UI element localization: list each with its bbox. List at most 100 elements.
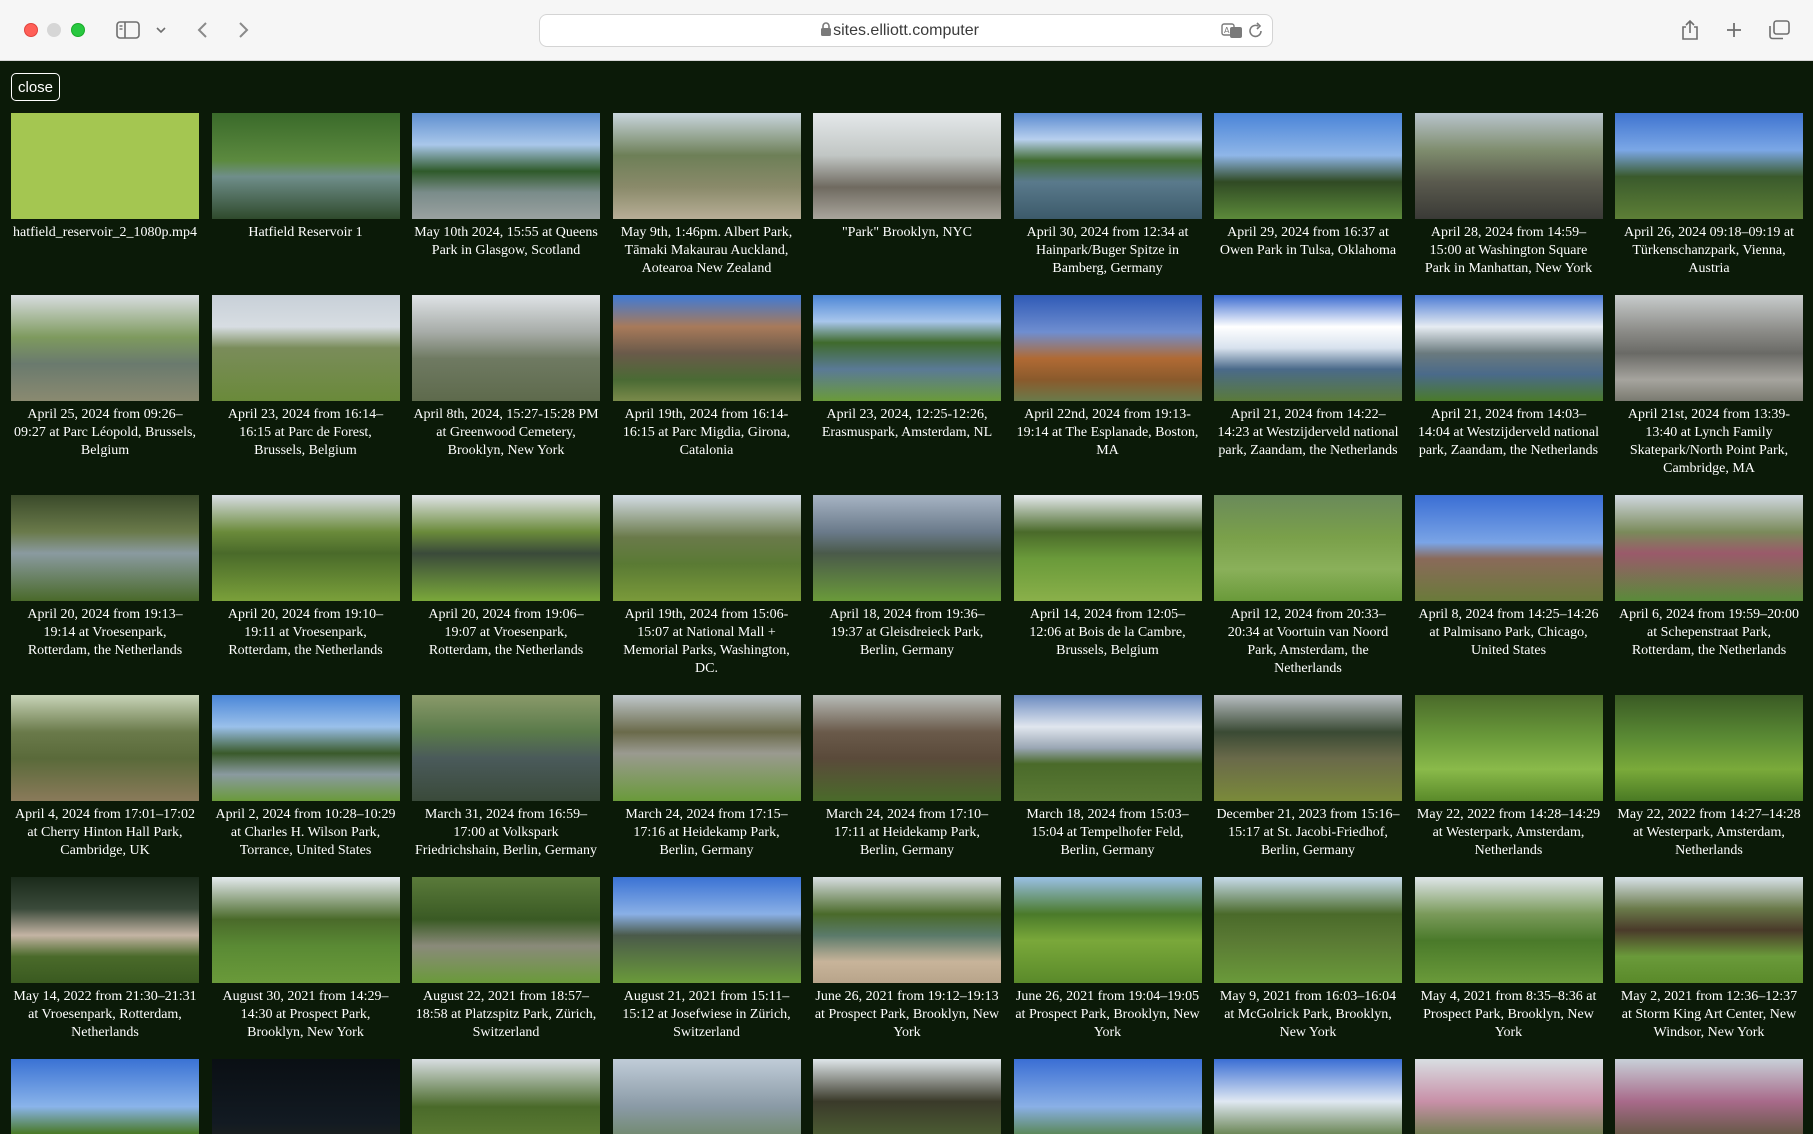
- minimize-window-button[interactable]: [47, 23, 61, 37]
- video-tile[interactable]: May 14, 2022 from 21:30–21:31 at Vroesen…: [11, 877, 199, 1059]
- video-thumbnail[interactable]: [1013, 113, 1202, 219]
- video-tile[interactable]: April 21, 2024 from 14:22–14:23 at Westz…: [1214, 295, 1402, 495]
- video-thumbnail[interactable]: [612, 113, 801, 219]
- new-tab-icon[interactable]: [1724, 16, 1744, 44]
- video-tile[interactable]: April 26, 2024 09:18–09:19 at Türkenscha…: [1615, 113, 1803, 295]
- video-tile[interactable]: April 18, 2024 from 19:36–19:37 at Gleis…: [813, 495, 1001, 695]
- video-thumbnail[interactable]: [612, 495, 801, 601]
- video-tile[interactable]: April 21st, 2024 from 13:39-13:40 at Lyn…: [1615, 295, 1803, 495]
- video-thumbnail[interactable]: [11, 877, 199, 983]
- video-thumbnail[interactable]: [1414, 877, 1603, 983]
- video-tile[interactable]: April 21, 2024 from 14:03–14:04 at Westz…: [1414, 295, 1603, 495]
- share-icon[interactable]: [1680, 16, 1700, 44]
- video-thumbnail[interactable]: [1615, 113, 1803, 219]
- video-tile[interactable]: [813, 1059, 1001, 1134]
- video-thumbnail[interactable]: [813, 877, 1001, 983]
- video-thumbnail[interactable]: [1013, 877, 1202, 983]
- video-thumbnail[interactable]: [211, 877, 400, 983]
- video-tile[interactable]: May 22, 2022 from 14:28–14:29 at Westerp…: [1414, 695, 1603, 877]
- video-tile[interactable]: April 8, 2024 from 14:25–14:26 at Palmis…: [1414, 495, 1603, 695]
- video-tile[interactable]: March 24, 2024 from 17:15–17:16 at Heide…: [612, 695, 801, 877]
- video-thumbnail[interactable]: [11, 695, 199, 801]
- close-window-button[interactable]: [24, 23, 38, 37]
- tab-overview-icon[interactable]: [1768, 16, 1790, 44]
- close-button[interactable]: close: [11, 73, 61, 101]
- video-thumbnail[interactable]: [1214, 877, 1402, 983]
- video-tile[interactable]: April 23, 2024 from 16:14–16:15 at Parc …: [211, 295, 400, 495]
- reload-icon[interactable]: [1248, 22, 1264, 45]
- video-thumbnail[interactable]: [813, 495, 1001, 601]
- video-thumbnail[interactable]: [211, 695, 400, 801]
- video-tile[interactable]: [1615, 1059, 1803, 1134]
- video-tile[interactable]: April 20, 2024 from 19:10–19:11 at Vroes…: [211, 495, 400, 695]
- video-tile[interactable]: May 10th 2024, 15:55 at Queens Park in G…: [412, 113, 600, 295]
- video-thumbnail[interactable]: [612, 1059, 801, 1134]
- video-thumbnail[interactable]: [211, 113, 400, 219]
- video-thumbnail[interactable]: [1013, 695, 1202, 801]
- video-tile[interactable]: April 29, 2024 from 16:37 at Owen Park i…: [1214, 113, 1402, 295]
- video-tile[interactable]: April 12, 2024 from 20:33–20:34 at Voort…: [1214, 495, 1402, 695]
- video-thumbnail[interactable]: [1214, 1059, 1402, 1134]
- video-tile[interactable]: April 2, 2024 from 10:28–10:29 at Charle…: [211, 695, 400, 877]
- video-tile[interactable]: April 4, 2024 from 17:01–17:02 at Cherry…: [11, 695, 199, 877]
- zoom-window-button[interactable]: [71, 23, 85, 37]
- video-thumbnail[interactable]: [1615, 295, 1803, 401]
- video-thumbnail[interactable]: [11, 295, 199, 401]
- video-tile[interactable]: April 23, 2024, 12:25-12:26, Erasmuspark…: [813, 295, 1001, 495]
- video-tile[interactable]: [1013, 1059, 1202, 1134]
- video-thumbnail[interactable]: [1214, 495, 1402, 601]
- video-thumbnail[interactable]: [612, 295, 801, 401]
- video-thumbnail[interactable]: [211, 495, 400, 601]
- video-tile[interactable]: April 30, 2024 from 12:34 at Hainpark/Bu…: [1013, 113, 1202, 295]
- video-thumbnail[interactable]: [1214, 695, 1402, 801]
- sidebar-toggle-icon[interactable]: [115, 16, 141, 44]
- video-tile[interactable]: April 20, 2024 from 19:13–19:14 at Vroes…: [11, 495, 199, 695]
- video-thumbnail[interactable]: [11, 113, 199, 219]
- video-thumbnail[interactable]: [813, 1059, 1001, 1134]
- video-thumbnail[interactable]: [1414, 295, 1603, 401]
- address-bar[interactable]: sites.elliott.computer A: [539, 14, 1273, 47]
- video-tile[interactable]: [1414, 1059, 1603, 1134]
- video-tile[interactable]: May 22, 2022 from 14:27–14:28 at Westerp…: [1615, 695, 1803, 877]
- video-tile[interactable]: "Park" Brooklyn, NYC: [813, 113, 1001, 295]
- video-tile[interactable]: April 25, 2024 from 09:26–09:27 at Parc …: [11, 295, 199, 495]
- video-tile[interactable]: April 19th, 2024 from 15:06-15:07 at Nat…: [612, 495, 801, 695]
- video-thumbnail[interactable]: [1414, 113, 1603, 219]
- video-tile[interactable]: Hatfield Reservoir 1: [211, 113, 400, 295]
- forward-arrow-icon[interactable]: [236, 16, 252, 44]
- video-tile[interactable]: April 19th, 2024 from 16:14-16:15 at Par…: [612, 295, 801, 495]
- back-arrow-icon[interactable]: [194, 16, 210, 44]
- video-thumbnail[interactable]: [612, 695, 801, 801]
- video-tile[interactable]: June 26, 2021 from 19:12–19:13 at Prospe…: [813, 877, 1001, 1059]
- video-tile[interactable]: August 21, 2021 from 15:11–15:12 at Jose…: [612, 877, 801, 1059]
- video-thumbnail[interactable]: [1214, 295, 1402, 401]
- video-thumbnail[interactable]: [412, 495, 600, 601]
- video-tile[interactable]: May 2, 2021 from 12:36–12:37 at Storm Ki…: [1615, 877, 1803, 1059]
- video-tile[interactable]: March 24, 2024 from 17:10–17:11 at Heide…: [813, 695, 1001, 877]
- video-thumbnail[interactable]: [412, 295, 600, 401]
- video-thumbnail[interactable]: [813, 295, 1001, 401]
- video-thumbnail[interactable]: [11, 495, 199, 601]
- video-tile[interactable]: April 14, 2024 from 12:05–12:06 at Bois …: [1013, 495, 1202, 695]
- video-thumbnail[interactable]: [1615, 495, 1803, 601]
- video-tile[interactable]: December 21, 2023 from 15:16–15:17 at St…: [1214, 695, 1402, 877]
- video-tile[interactable]: [211, 1059, 400, 1134]
- video-thumbnail[interactable]: [1615, 695, 1803, 801]
- video-thumbnail[interactable]: [1414, 495, 1603, 601]
- video-thumbnail[interactable]: [1615, 1059, 1803, 1134]
- video-thumbnail[interactable]: [813, 113, 1001, 219]
- video-tile[interactable]: August 30, 2021 from 14:29–14:30 at Pros…: [211, 877, 400, 1059]
- video-tile[interactable]: April 22nd, 2024 from 19:13-19:14 at The…: [1013, 295, 1202, 495]
- video-tile[interactable]: June 26, 2021 from 19:04–19:05 at Prospe…: [1013, 877, 1202, 1059]
- video-thumbnail[interactable]: [1414, 1059, 1603, 1134]
- video-tile[interactable]: [612, 1059, 801, 1134]
- video-thumbnail[interactable]: [412, 1059, 600, 1134]
- video-tile[interactable]: March 31, 2024 from 16:59–17:00 at Volks…: [412, 695, 600, 877]
- video-thumbnail[interactable]: [1615, 877, 1803, 983]
- translate-icon[interactable]: A: [1221, 23, 1243, 44]
- video-tile[interactable]: May 9th, 1:46pm. Albert Park, Tāmaki Mak…: [612, 113, 801, 295]
- video-tile[interactable]: [412, 1059, 600, 1134]
- video-tile[interactable]: [1214, 1059, 1402, 1134]
- video-thumbnail[interactable]: [11, 1059, 199, 1134]
- video-tile[interactable]: April 8th, 2024, 15:27-15:28 PM at Green…: [412, 295, 600, 495]
